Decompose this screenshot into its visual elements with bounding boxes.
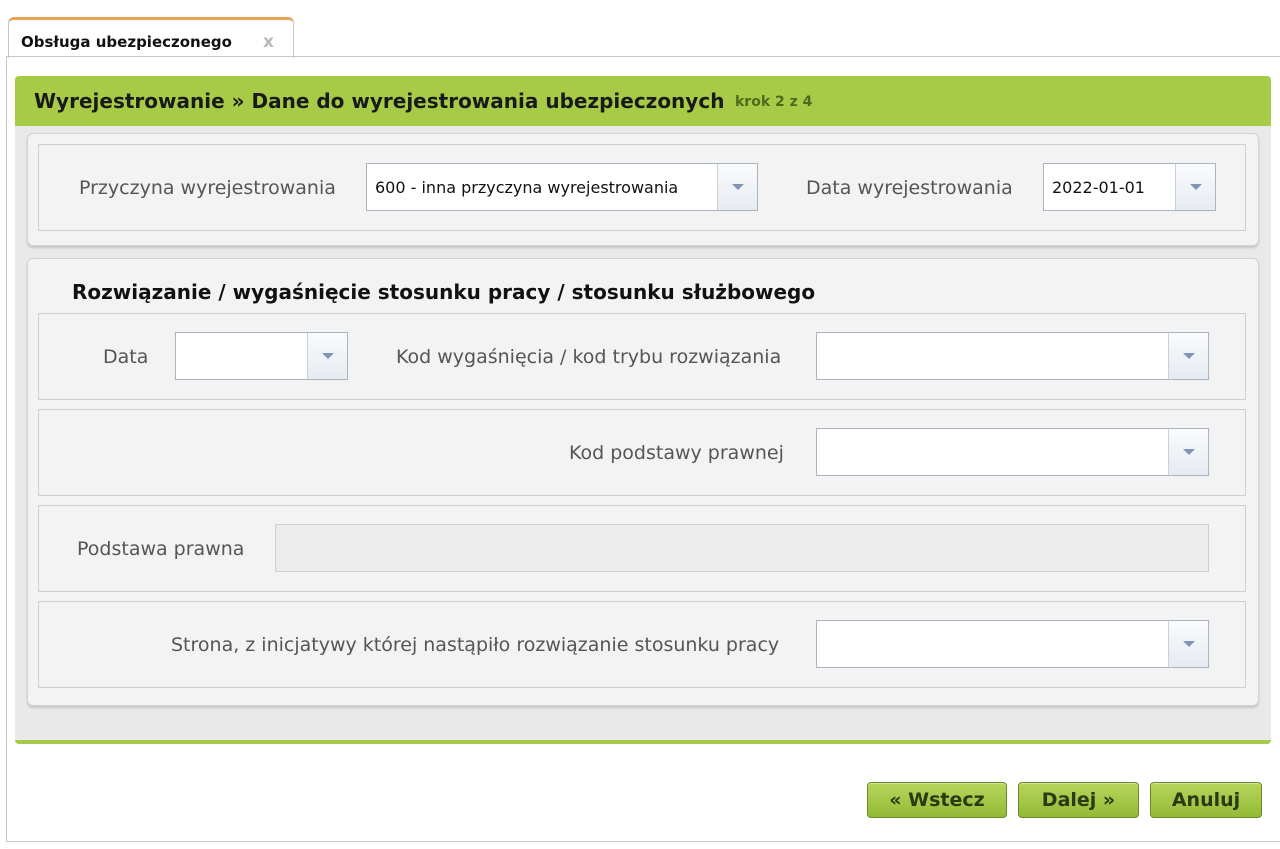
panel-title: Wyrejestrowanie » Dane do wyrejestrowani… [34,89,725,113]
termination-section: Rozwiązanie / wygaśnięcie stosunku pracy… [27,258,1259,706]
chevron-down-icon [1183,449,1195,455]
termination-title: Rozwiązanie / wygaśnięcie stosunku pracy… [72,280,816,304]
date-dropdown-button[interactable] [1175,164,1215,210]
chevron-down-icon [1183,641,1195,647]
chevron-down-icon [1183,353,1195,359]
initiator-select[interactable] [816,620,1209,668]
close-icon[interactable]: x [263,32,274,52]
deregistration-date-picker[interactable]: 2022-01-01 [1043,163,1216,211]
legal-basis-label: Podstawa prawna [77,538,245,560]
termination-code-dropdown-button[interactable] [1168,333,1208,379]
step-indicator: krok 2 z 4 [735,94,813,110]
termination-code-label: Kod wygaśnięcia / kod trybu rozwiązania [396,346,782,368]
initiator-dropdown-button[interactable] [1168,621,1208,667]
termination-date-picker[interactable] [175,332,348,380]
deregistration-date-value: 2022-01-01 [1052,178,1145,197]
termination-date-row: Data Kod wygaśnięcia / kod trybu rozwiąz… [38,313,1246,400]
cancel-button[interactable]: Anuluj [1150,782,1262,818]
wizard-panel: Wyrejestrowanie » Dane do wyrejestrowani… [15,76,1271,744]
termination-date-dropdown-button[interactable] [307,333,347,379]
next-button[interactable]: Dalej » [1018,782,1139,818]
deregistration-row: Przyczyna wyrejestrowania 600 - inna prz… [38,144,1246,231]
reason-value: 600 - inna przyczyna wyrejestrowania [375,178,679,197]
tab-bar: Obsługa ubezpieczonego x [0,0,1280,58]
panel-header: Wyrejestrowanie » Dane do wyrejestrowani… [15,76,1271,126]
legal-basis-field [275,524,1209,572]
termination-code-select[interactable] [816,332,1209,380]
legal-basis-row: Podstawa prawna [38,505,1246,592]
legal-code-dropdown-button[interactable] [1168,429,1208,475]
legal-code-select[interactable] [816,428,1209,476]
reason-label: Przyczyna wyrejestrowania [79,177,336,199]
chevron-down-icon [322,353,334,359]
termination-date-label: Data [103,346,149,368]
tab-label: Obsługa ubezpieczonego [21,33,232,51]
deregistration-section: Przyczyna wyrejestrowania 600 - inna prz… [27,133,1259,246]
deregistration-date-label: Data wyrejestrowania [806,177,1013,199]
initiator-row: Strona, z inicjatywy której nastąpiło ro… [38,601,1246,688]
initiator-label: Strona, z inicjatywy której nastąpiło ro… [171,634,780,656]
chevron-down-icon [732,184,744,190]
legal-code-row: Kod podstawy prawnej [38,409,1246,496]
reason-dropdown-button[interactable] [717,164,757,210]
chevron-down-icon [1190,184,1202,190]
back-button[interactable]: « Wstecz [867,782,1007,818]
reason-select[interactable]: 600 - inna przyczyna wyrejestrowania [366,163,758,211]
legal-code-label: Kod podstawy prawnej [569,442,784,464]
tab-obsluga-ubezpieczonego[interactable]: Obsługa ubezpieczonego x [8,17,294,58]
